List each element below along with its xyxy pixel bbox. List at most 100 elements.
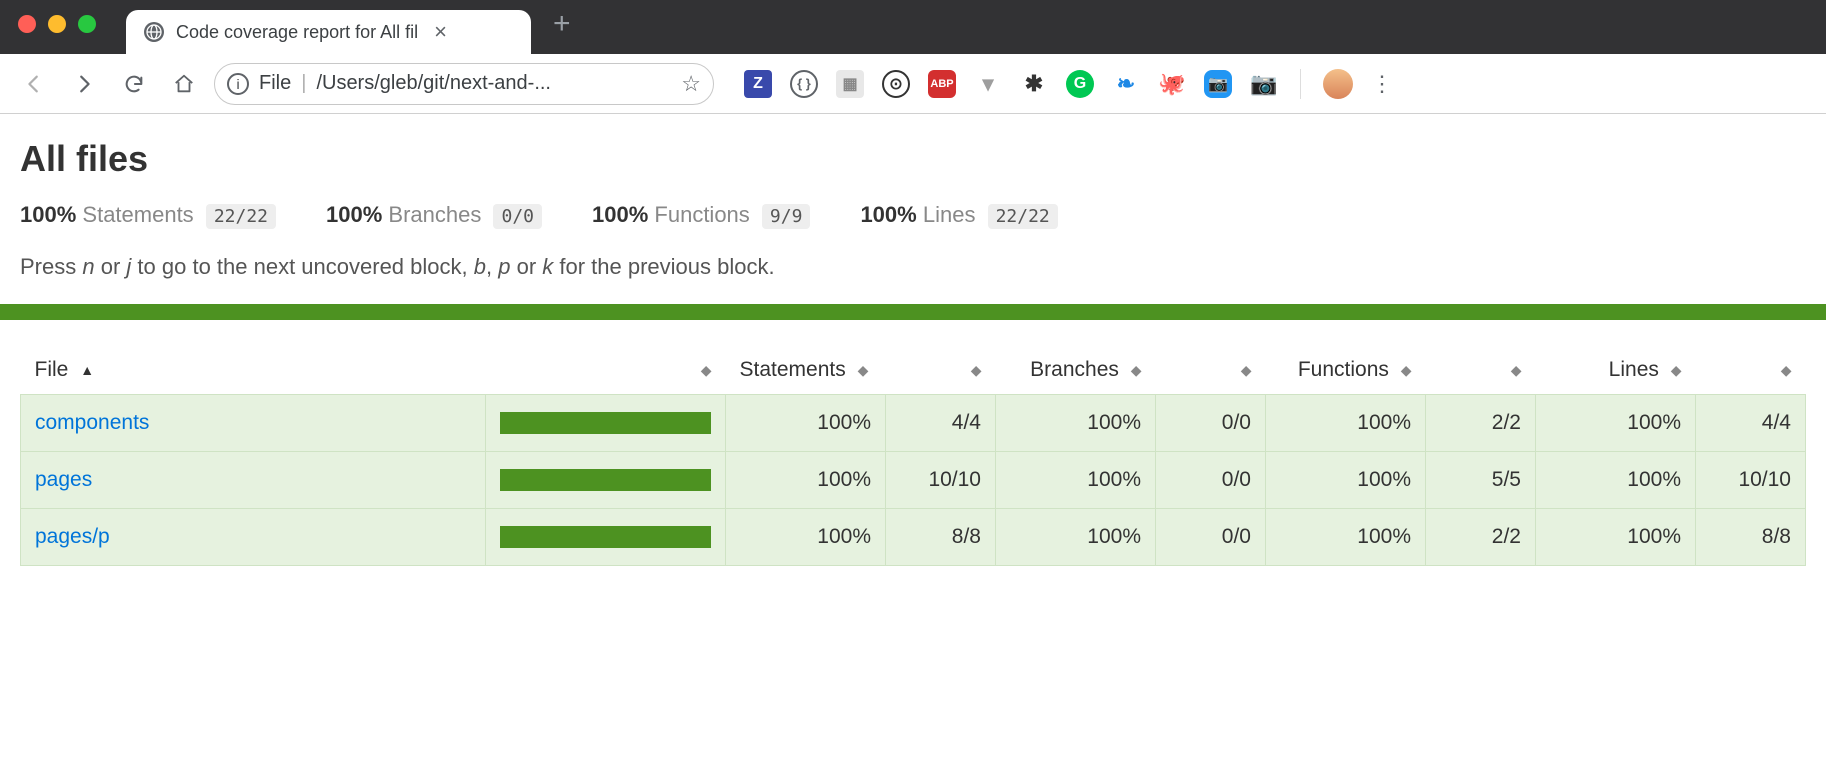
table-row: components100%4/4100%0/0100%2/2100%4/4 (21, 395, 1806, 452)
site-info-icon[interactable]: i (227, 73, 249, 95)
functions-pct: 100% (592, 202, 648, 227)
col-branches-label: Branches (1030, 358, 1119, 381)
extension-key-icon[interactable]: ⊙ (882, 70, 910, 98)
hint-key-b: b (474, 254, 486, 279)
col-file-sort[interactable]: ◆ (486, 346, 726, 395)
chrome-menu-button[interactable]: ⋮ (1371, 71, 1393, 97)
hint-key-p: p (498, 254, 510, 279)
reload-button[interactable] (114, 64, 154, 104)
extension-gray-icon[interactable]: ▦ (836, 70, 864, 98)
lines-frac: 22/22 (988, 204, 1058, 229)
new-tab-button[interactable]: + (553, 7, 571, 41)
sort-icon: ◆ (1511, 362, 1522, 379)
extension-octo-icon[interactable]: 🐙 (1158, 70, 1186, 98)
sort-icon: ◆ (971, 362, 982, 379)
cell-stm-frac: 10/10 (886, 452, 996, 509)
summary-branches: 100% Branches 0/0 (326, 202, 542, 228)
cell-fn-pct: 100% (1266, 452, 1426, 509)
window-close-button[interactable] (18, 15, 36, 33)
extension-leaf-icon[interactable]: ❧ (1112, 70, 1140, 98)
extension-camera-icon[interactable]: 📷 (1250, 70, 1278, 98)
coverage-table: File ▲ ◆ Statements ◆ ◆ Branches ◆ ◆ Fun… (20, 346, 1806, 566)
cell-stm-pct: 100% (726, 452, 886, 509)
coverage-bar-fill (500, 412, 711, 434)
statements-frac: 22/22 (206, 204, 276, 229)
cell-ln-pct: 100% (1536, 509, 1696, 566)
col-branches[interactable]: Branches ◆ (996, 346, 1156, 395)
hint-text: to go to the next uncovered block, (131, 254, 473, 279)
cell-br-frac: 0/0 (1156, 395, 1266, 452)
cell-br-pct: 100% (996, 452, 1156, 509)
col-statements-count[interactable]: ◆ (886, 346, 996, 395)
url-separator: | (301, 72, 306, 95)
window-controls (18, 15, 96, 33)
sort-icon: ◆ (1781, 362, 1792, 379)
sort-icon: ◆ (858, 362, 869, 379)
url-path: /Users/gleb/git/next-and-... (316, 72, 671, 95)
extension-grammarly-icon[interactable]: G (1066, 70, 1094, 98)
cell-ln-pct: 100% (1536, 395, 1696, 452)
hint-text: Press (20, 254, 82, 279)
cell-fn-pct: 100% (1266, 509, 1426, 566)
back-button[interactable] (14, 64, 54, 104)
profile-avatar[interactable] (1323, 69, 1353, 99)
file-link[interactable]: pages/p (35, 525, 110, 548)
cell-ln-frac: 10/10 (1696, 452, 1806, 509)
table-row: pages/p100%8/8100%0/0100%2/2100%8/8 (21, 509, 1806, 566)
col-functions[interactable]: Functions ◆ (1266, 346, 1426, 395)
cell-fn-frac: 2/2 (1426, 395, 1536, 452)
extension-vue-icon[interactable]: ▾ (974, 70, 1002, 98)
cell-file: pages/p (21, 509, 486, 566)
cell-br-pct: 100% (996, 395, 1156, 452)
extension-braces-icon[interactable]: { } (790, 70, 818, 98)
col-file[interactable]: File ▲ (21, 346, 486, 395)
tab-title: Code coverage report for All fil (176, 22, 418, 43)
cell-coverage-bar (486, 395, 726, 452)
branches-label: Branches (388, 202, 481, 227)
page-title: All files (20, 138, 1806, 180)
browser-toolbar: i File | /Users/gleb/git/next-and-... ☆ … (0, 54, 1826, 114)
extension-abp-icon[interactable]: ABP (928, 70, 956, 98)
extension-zoom-icon[interactable]: 📷 (1204, 70, 1232, 98)
cell-coverage-bar (486, 509, 726, 566)
col-functions-count[interactable]: ◆ (1426, 346, 1536, 395)
file-link[interactable]: pages (35, 468, 92, 491)
forward-button[interactable] (64, 64, 104, 104)
coverage-bar-fill (500, 526, 711, 548)
file-link[interactable]: components (35, 411, 149, 434)
url-scheme-label: File (259, 72, 291, 95)
extension-bug-icon[interactable]: ✱ (1020, 70, 1048, 98)
col-file-label: File (35, 358, 69, 381)
sort-asc-icon: ▲ (80, 362, 94, 378)
hint-key-n: n (82, 254, 94, 279)
extension-z-icon[interactable]: Z (744, 70, 772, 98)
cell-ln-pct: 100% (1536, 452, 1696, 509)
col-lines-count[interactable]: ◆ (1696, 346, 1806, 395)
address-bar[interactable]: i File | /Users/gleb/git/next-and-... ☆ (214, 63, 714, 105)
extension-icons: Z { } ▦ ⊙ ABP ▾ ✱ G ❧ 🐙 📷 📷 ⋮ (744, 69, 1393, 99)
browser-tab-active[interactable]: Code coverage report for All fil × (126, 10, 531, 54)
col-lines[interactable]: Lines ◆ (1536, 346, 1696, 395)
col-statements[interactable]: Statements ◆ (726, 346, 886, 395)
cell-coverage-bar (486, 452, 726, 509)
bookmark-star-icon[interactable]: ☆ (681, 71, 701, 97)
cell-fn-frac: 5/5 (1426, 452, 1536, 509)
col-lines-label: Lines (1609, 358, 1659, 381)
cell-file: components (21, 395, 486, 452)
home-button[interactable] (164, 64, 204, 104)
hint-text: , (486, 254, 498, 279)
col-branches-count[interactable]: ◆ (1156, 346, 1266, 395)
tab-close-button[interactable]: × (434, 21, 447, 43)
table-header-row: File ▲ ◆ Statements ◆ ◆ Branches ◆ ◆ Fun… (21, 346, 1806, 395)
window-zoom-button[interactable] (78, 15, 96, 33)
branches-frac: 0/0 (493, 204, 542, 229)
cell-file: pages (21, 452, 486, 509)
summary-lines: 100% Lines 22/22 (860, 202, 1057, 228)
window-minimize-button[interactable] (48, 15, 66, 33)
sort-icon: ◆ (1131, 362, 1142, 379)
sort-icon: ◆ (1241, 362, 1252, 379)
lines-pct: 100% (860, 202, 916, 227)
sort-icon: ◆ (1671, 362, 1682, 379)
sort-icon: ◆ (1401, 362, 1412, 379)
hint-text: for the previous block. (553, 254, 774, 279)
